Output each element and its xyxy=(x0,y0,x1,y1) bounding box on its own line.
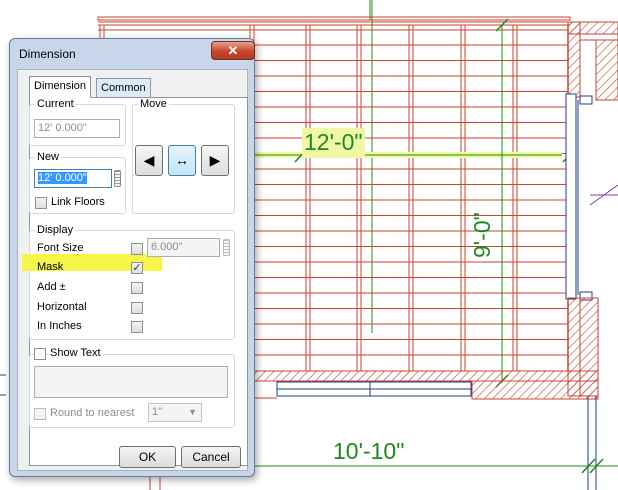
close-icon: ✕ xyxy=(227,43,239,58)
tab-common[interactable]: Common xyxy=(96,78,151,98)
link-floors-checkbox[interactable] xyxy=(35,197,47,209)
new-value-selected-text: 12' 0.000" xyxy=(38,172,87,184)
mask-checkbox[interactable]: ✓ xyxy=(131,262,143,274)
top-wall xyxy=(98,21,570,26)
dimension-label-top[interactable]: 12'-0" xyxy=(302,128,365,156)
double-arrow-icon: ↔ xyxy=(175,152,189,168)
horizontal-checkbox[interactable] xyxy=(131,302,143,314)
dialog-titlebar[interactable]: Dimension ✕ xyxy=(10,39,255,69)
close-button[interactable]: ✕ xyxy=(211,41,255,60)
move-center-button[interactable]: ↔ xyxy=(168,145,196,176)
current-group-label: Current xyxy=(35,98,76,110)
ok-button[interactable]: OK xyxy=(119,446,176,468)
link-floors-label: Link Floors xyxy=(51,196,105,208)
move-group-label: Move xyxy=(138,98,169,110)
in-inches-label: In Inches xyxy=(37,320,82,332)
in-inches-checkbox[interactable] xyxy=(131,321,143,333)
dimension-label-right[interactable]: 9'-0" xyxy=(469,212,495,258)
dialog-title: Dimension xyxy=(19,47,76,61)
arrow-left-icon: ◀ xyxy=(143,152,155,168)
arrow-right-icon: ▶ xyxy=(209,152,221,168)
move-left-button[interactable]: ◀ xyxy=(135,145,163,176)
font-size-label: Font Size xyxy=(37,242,84,254)
font-size-field: 6.000" xyxy=(147,238,220,257)
add-plus-minus-checkbox[interactable] xyxy=(131,282,143,294)
tab-dimension[interactable]: Dimension xyxy=(29,76,91,98)
show-text-checkbox[interactable] xyxy=(34,348,46,360)
font-size-spinner xyxy=(223,239,230,256)
new-value-input[interactable]: 12' 0.000" xyxy=(34,169,112,188)
checkmark-icon: ✓ xyxy=(132,262,142,274)
mask-label: Mask xyxy=(37,261,64,273)
show-text-label: Show Text xyxy=(50,347,103,359)
dimension-label-bottom[interactable]: 10'-10" xyxy=(333,437,404,465)
round-to-nearest-value: 1" xyxy=(152,406,163,418)
move-right-button[interactable]: ▶ xyxy=(201,145,229,176)
new-value-spinner[interactable] xyxy=(114,170,121,187)
add-plus-minus-label: Add ± xyxy=(37,281,66,293)
chevron-down-icon: ▼ xyxy=(188,407,197,417)
show-text-textarea xyxy=(34,366,228,398)
round-to-nearest-checkbox xyxy=(34,408,46,420)
round-to-nearest-label: Round to nearest xyxy=(50,407,135,419)
round-to-nearest-select: 1" ▼ xyxy=(148,403,202,422)
display-group-label: Display xyxy=(35,224,76,236)
cancel-button[interactable]: Cancel xyxy=(181,446,241,468)
font-size-checkbox[interactable] xyxy=(131,243,143,255)
new-group-label: New xyxy=(35,151,62,163)
current-value-field: 12' 0.000" xyxy=(34,119,120,138)
horizontal-label: Horizontal xyxy=(37,301,87,313)
